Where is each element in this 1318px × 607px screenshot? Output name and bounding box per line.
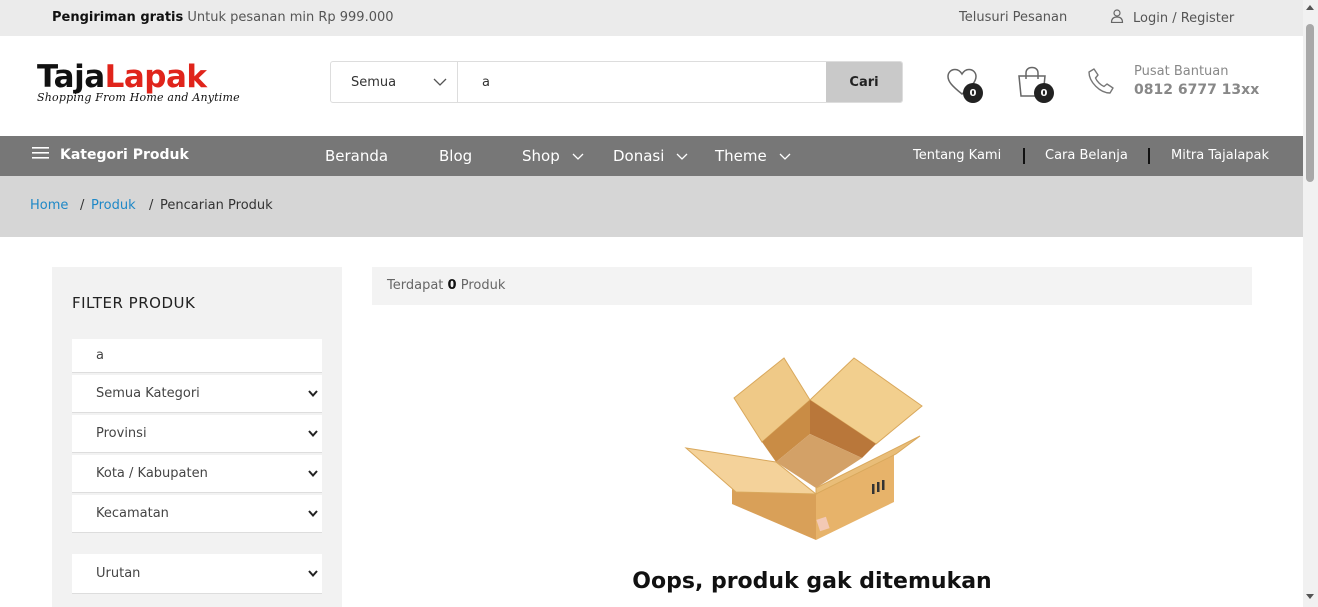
chevron-down-icon	[308, 566, 318, 581]
wishlist-button[interactable]: 0	[946, 67, 983, 103]
select-label: Urutan	[96, 566, 141, 581]
nav-item-shop[interactable]: Shop	[522, 147, 584, 165]
empty-result-message: Oops, produk gak ditemukan	[632, 569, 992, 594]
category-menu-button[interactable]: Kategori Produk	[32, 147, 189, 163]
filter-title: FILTER PRODUK	[72, 294, 196, 312]
nav-divider	[1148, 148, 1150, 164]
logo-tagline: Shopping From Home and Anytime	[37, 91, 240, 104]
scrollbar-thumb[interactable]	[1306, 24, 1314, 182]
logo-wordmark: TajaLapak	[37, 59, 207, 95]
filter-sidebar: FILTER PRODUK a Semua Kategori Provinsi …	[52, 267, 342, 607]
promo-bold: Pengiriman gratis	[52, 10, 184, 25]
promo-text: Untuk pesanan min Rp 999.000	[187, 10, 394, 25]
result-prefix: Terdapat	[387, 278, 444, 293]
select-label: Kota / Kabupaten	[96, 466, 208, 481]
breadcrumb-current: Pencarian Produk	[160, 198, 273, 213]
wishlist-count-badge: 0	[963, 83, 983, 103]
chevron-down-icon	[572, 153, 584, 160]
empty-box-icon	[684, 354, 926, 548]
breadcrumb-separator: /	[80, 198, 85, 213]
nav-link-cara-belanja[interactable]: Cara Belanja	[1045, 148, 1128, 163]
search-input[interactable]	[458, 62, 826, 102]
result-count-bar: Terdapat 0 Produk	[372, 267, 1252, 305]
chevron-down-icon	[676, 153, 688, 160]
login-register-link[interactable]: Login / Register	[1110, 9, 1234, 27]
filter-select-kecamatan[interactable]: Kecamatan	[72, 495, 322, 533]
filter-search-value: a	[96, 348, 104, 363]
chevron-down-icon	[308, 426, 318, 441]
cart-count-badge: 0	[1034, 83, 1054, 103]
result-suffix: Produk	[460, 278, 506, 293]
select-label: Semua Kategori	[96, 386, 200, 401]
breadcrumb-separator: /	[149, 198, 154, 213]
result-count: 0	[447, 278, 457, 293]
nav-item-theme[interactable]: Theme	[715, 147, 791, 165]
user-icon	[1110, 9, 1124, 27]
sort-select[interactable]: Urutan	[72, 554, 322, 594]
filter-select-kota[interactable]: Kota / Kabupaten	[72, 455, 322, 493]
scroll-down-arrow-icon[interactable]	[1306, 594, 1314, 599]
category-menu-label: Kategori Produk	[60, 147, 189, 163]
track-order-link[interactable]: Telusuri Pesanan	[959, 10, 1067, 25]
breadcrumb-home[interactable]: Home	[30, 198, 68, 213]
search-button[interactable]: Cari	[826, 62, 902, 102]
page-scrollbar[interactable]	[1303, 0, 1318, 607]
cart-button[interactable]: 0	[1016, 66, 1056, 104]
top-bar: Pengiriman gratis Untuk pesanan min Rp 9…	[0, 0, 1303, 36]
help-label: Pusat Bantuan	[1134, 64, 1229, 79]
site-logo[interactable]: TajaLapak Shopping From Home and Anytime	[37, 60, 277, 112]
chevron-down-icon	[308, 386, 318, 401]
filter-search-input[interactable]: a	[72, 339, 322, 373]
nav-item-donasi[interactable]: Donasi	[613, 147, 688, 165]
search-bar: Semua Cari	[330, 61, 903, 103]
phone-icon	[1087, 67, 1115, 99]
nav-link-tentang-kami[interactable]: Tentang Kami	[913, 148, 1001, 163]
breadcrumb-produk[interactable]: Produk	[91, 198, 136, 213]
scroll-up-arrow-icon[interactable]	[1306, 5, 1314, 10]
search-category-select[interactable]: Semua	[331, 62, 458, 102]
chevron-down-icon	[433, 75, 447, 90]
search-category-value: Semua	[351, 74, 397, 90]
filter-select-kategori[interactable]: Semua Kategori	[72, 375, 322, 413]
main-nav: Kategori Produk Beranda Blog Shop Donasi…	[0, 136, 1303, 176]
shipping-promo: Pengiriman gratis Untuk pesanan min Rp 9…	[52, 10, 394, 25]
nav-item-blog[interactable]: Blog	[439, 147, 472, 165]
help-center[interactable]: Pusat Bantuan 0812 6777 13xx	[1134, 64, 1259, 98]
select-label: Provinsi	[96, 426, 147, 441]
breadcrumb: Home / Produk / Pencarian Produk	[0, 176, 1303, 237]
help-phone: 0812 6777 13xx	[1134, 82, 1260, 98]
nav-item-beranda[interactable]: Beranda	[325, 147, 388, 165]
chevron-down-icon	[779, 153, 791, 160]
nav-divider	[1023, 148, 1025, 164]
nav-link-mitra[interactable]: Mitra Tajalapak	[1171, 148, 1269, 163]
filter-select-provinsi[interactable]: Provinsi	[72, 415, 322, 453]
chevron-down-icon	[308, 506, 318, 521]
hamburger-icon	[32, 147, 49, 163]
chevron-down-icon	[308, 466, 318, 481]
select-label: Kecamatan	[96, 506, 169, 521]
login-label: Login / Register	[1133, 10, 1235, 26]
